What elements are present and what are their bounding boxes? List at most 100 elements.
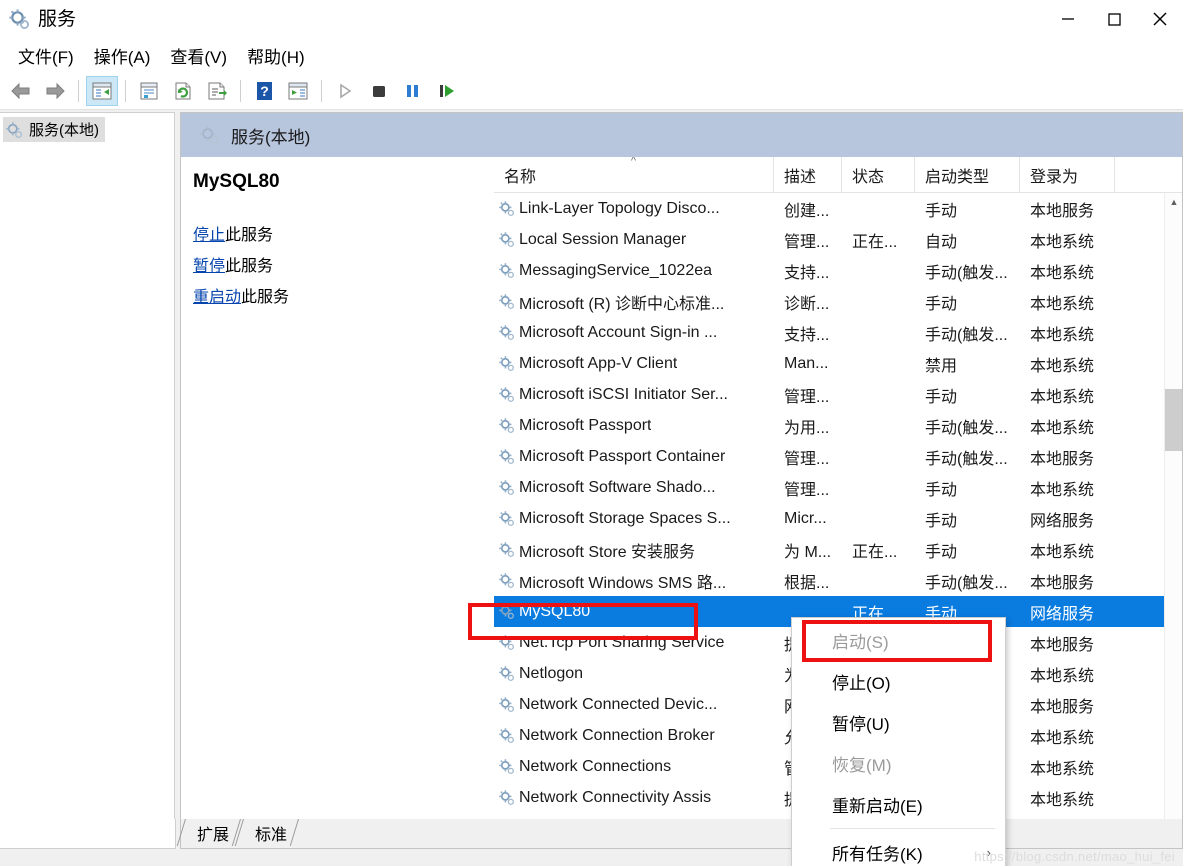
- toolbar-forward[interactable]: [39, 76, 71, 106]
- column-status[interactable]: 状态: [842, 157, 915, 192]
- cell-service-name: Microsoft Store 安装服务: [494, 538, 774, 562]
- toolbar-export-list[interactable]: [201, 76, 233, 106]
- toolbar-show-action[interactable]: [282, 76, 314, 106]
- service-name-text: Link-Layer Topology Disco...: [519, 199, 720, 217]
- ctx-pause-label: 暂停(U): [832, 715, 890, 734]
- cell-log-on-as: 本地系统: [1030, 388, 1095, 406]
- column-log-on-as[interactable]: 登录为: [1020, 157, 1115, 192]
- service-name-text: MessagingService_1022ea: [519, 261, 713, 279]
- menu-action[interactable]: 操作(A): [84, 40, 161, 71]
- tab-standard[interactable]: 标准: [243, 819, 301, 846]
- table-row[interactable]: Link-Layer Topology Disco... 创建... 手动 本地服务: [494, 193, 1164, 224]
- tab-extended[interactable]: 扩展: [185, 819, 243, 846]
- toolbar-properties[interactable]: [133, 76, 165, 106]
- services-gear-icon: [498, 510, 515, 527]
- service-name-text: Microsoft Software Shado...: [519, 478, 716, 496]
- menu-separator: [830, 828, 995, 829]
- tree-pane-bottom: [0, 819, 176, 849]
- table-row[interactable]: Microsoft App-V Client Man... 禁用 本地系统: [494, 348, 1164, 379]
- scrollbar-thumb[interactable]: [1165, 389, 1182, 451]
- ctx-stop[interactable]: 停止(O): [792, 661, 1005, 702]
- services-gear-icon: [498, 324, 515, 341]
- toolbar-help[interactable]: ?: [248, 76, 280, 106]
- toolbar-stop-service[interactable]: [363, 76, 395, 106]
- list-vertical-scrollbar[interactable]: ▲ ▼: [1164, 193, 1182, 848]
- column-startup-type[interactable]: 启动类型: [915, 157, 1020, 192]
- cell-log-on-as: 本地服务: [1030, 450, 1095, 468]
- toolbar: ?: [0, 72, 1183, 110]
- cell-log-on-as: 本地系统: [1030, 791, 1095, 809]
- table-row[interactable]: Microsoft Storage Spaces S... Micr... 手动 网络…: [494, 503, 1164, 534]
- services-gear-icon: [498, 479, 515, 496]
- detail-action-links: 停止此服务 暂停此服务 重启动此服务: [193, 221, 494, 307]
- ctx-all-tasks[interactable]: 所有任务(K) ›: [792, 832, 1005, 866]
- ctx-pause[interactable]: 暂停(U): [792, 702, 1005, 743]
- table-row[interactable]: Microsoft Windows SMS 路... 根据... 手动(触发... 本…: [494, 565, 1164, 596]
- toolbar-back[interactable]: [5, 76, 37, 106]
- sidebar-item-services-local[interactable]: 服务(本地): [3, 117, 105, 142]
- table-row[interactable]: Microsoft Passport Container 管理... 手动(触发..…: [494, 441, 1164, 472]
- cell-service-name: Net.Tcp Port Sharing Service: [494, 634, 774, 652]
- maximize-button[interactable]: [1091, 0, 1137, 38]
- services-gear-icon: [498, 200, 515, 217]
- svg-text:?: ?: [260, 83, 269, 99]
- cell-log-on-as: 本地服务: [1030, 698, 1095, 716]
- close-button[interactable]: [1137, 0, 1183, 38]
- cell-description: 创建...: [784, 202, 830, 220]
- table-row[interactable]: MessagingService_1022ea 支持... 手动(触发... 本地系统: [494, 255, 1164, 286]
- restart-service-link[interactable]: 重启动: [193, 289, 241, 306]
- table-row[interactable]: Microsoft Store 安装服务 为 M... 正在... 手动 本地系统: [494, 534, 1164, 565]
- column-name[interactable]: 名称 ^: [494, 157, 774, 192]
- sort-ascending-icon: ^: [630, 157, 637, 167]
- ctx-start-label: 启动(S): [832, 633, 889, 652]
- restart-service-suffix: 此服务: [241, 289, 290, 306]
- cell-service-name: Microsoft Windows SMS 路...: [494, 569, 774, 593]
- scroll-up-arrow-icon[interactable]: ▲: [1165, 193, 1182, 211]
- table-row[interactable]: Microsoft iSCSI Initiator Ser... 管理... 手动 本…: [494, 379, 1164, 410]
- service-name-text: Network Connections: [519, 757, 672, 775]
- toolbar-start-service[interactable]: [329, 76, 361, 106]
- cell-service-name: Link-Layer Topology Disco...: [494, 200, 774, 218]
- cell-log-on-as: 本地系统: [1030, 295, 1095, 313]
- pause-service-link[interactable]: 暂停: [193, 258, 225, 275]
- toolbar-show-tree[interactable]: [86, 75, 118, 106]
- services-gear-icon: [498, 541, 515, 558]
- forward-arrow-icon: [44, 81, 66, 101]
- toolbar-restart-service[interactable]: [431, 76, 463, 106]
- menu-help[interactable]: 帮助(H): [237, 40, 315, 71]
- toolbar-refresh[interactable]: [167, 76, 199, 106]
- menu-bar: 文件(F) 操作(A) 查看(V) 帮助(H): [0, 38, 1183, 72]
- cell-description: 为 M...: [784, 543, 832, 561]
- cell-startup-type: 手动: [925, 543, 958, 561]
- cell-service-name: Network Connectivity Assis: [494, 789, 774, 807]
- cell-service-name: MessagingService_1022ea: [494, 262, 774, 280]
- toolbar-pause-service[interactable]: [397, 76, 429, 106]
- services-gear-icon: [498, 634, 515, 651]
- table-row[interactable]: Microsoft (R) 诊断中心标准... 诊断... 手动 本地系统: [494, 286, 1164, 317]
- service-name-text: Microsoft (R) 诊断中心标准...: [519, 295, 725, 313]
- services-gear-icon: [498, 696, 515, 713]
- cell-log-on-as: 网络服务: [1030, 605, 1095, 623]
- toolbar-separator: [321, 79, 322, 102]
- ctx-restart[interactable]: 重新启动(E): [792, 784, 1005, 825]
- menu-view[interactable]: 查看(V): [160, 40, 237, 71]
- menu-file[interactable]: 文件(F): [8, 40, 84, 71]
- service-name-text: MySQL80: [519, 602, 591, 620]
- table-row[interactable]: Microsoft Account Sign-in ... 支持... 手动(触发.…: [494, 317, 1164, 348]
- minimize-button[interactable]: [1045, 0, 1091, 38]
- cell-description: Man...: [784, 354, 829, 372]
- cell-startup-type: 禁用: [925, 357, 958, 375]
- table-row[interactable]: Microsoft Passport 为用... 手动(触发... 本地系统: [494, 410, 1164, 441]
- cell-log-on-as: 网络服务: [1030, 512, 1095, 530]
- table-row[interactable]: Local Session Manager 管理... 正在... 自动 本地系统: [494, 224, 1164, 255]
- column-description[interactable]: 描述: [774, 157, 842, 192]
- service-name-text: Microsoft Passport: [519, 416, 652, 434]
- content-header-title: 服务(本地): [231, 127, 311, 147]
- watermark-text: https://blog.csdn.net/mao_hui_fei: [974, 849, 1175, 864]
- help-icon: ?: [253, 81, 275, 101]
- service-context-menu: 启动(S)停止(O)暂停(U)恢复(M)重新启动(E)所有任务(K)›刷新(F): [791, 617, 1006, 866]
- table-row[interactable]: Microsoft Software Shado... 管理... 手动 本地系统: [494, 472, 1164, 503]
- column-filler: [1115, 157, 1182, 192]
- ctx-start: 启动(S): [792, 620, 1005, 661]
- stop-service-link[interactable]: 停止: [193, 227, 225, 244]
